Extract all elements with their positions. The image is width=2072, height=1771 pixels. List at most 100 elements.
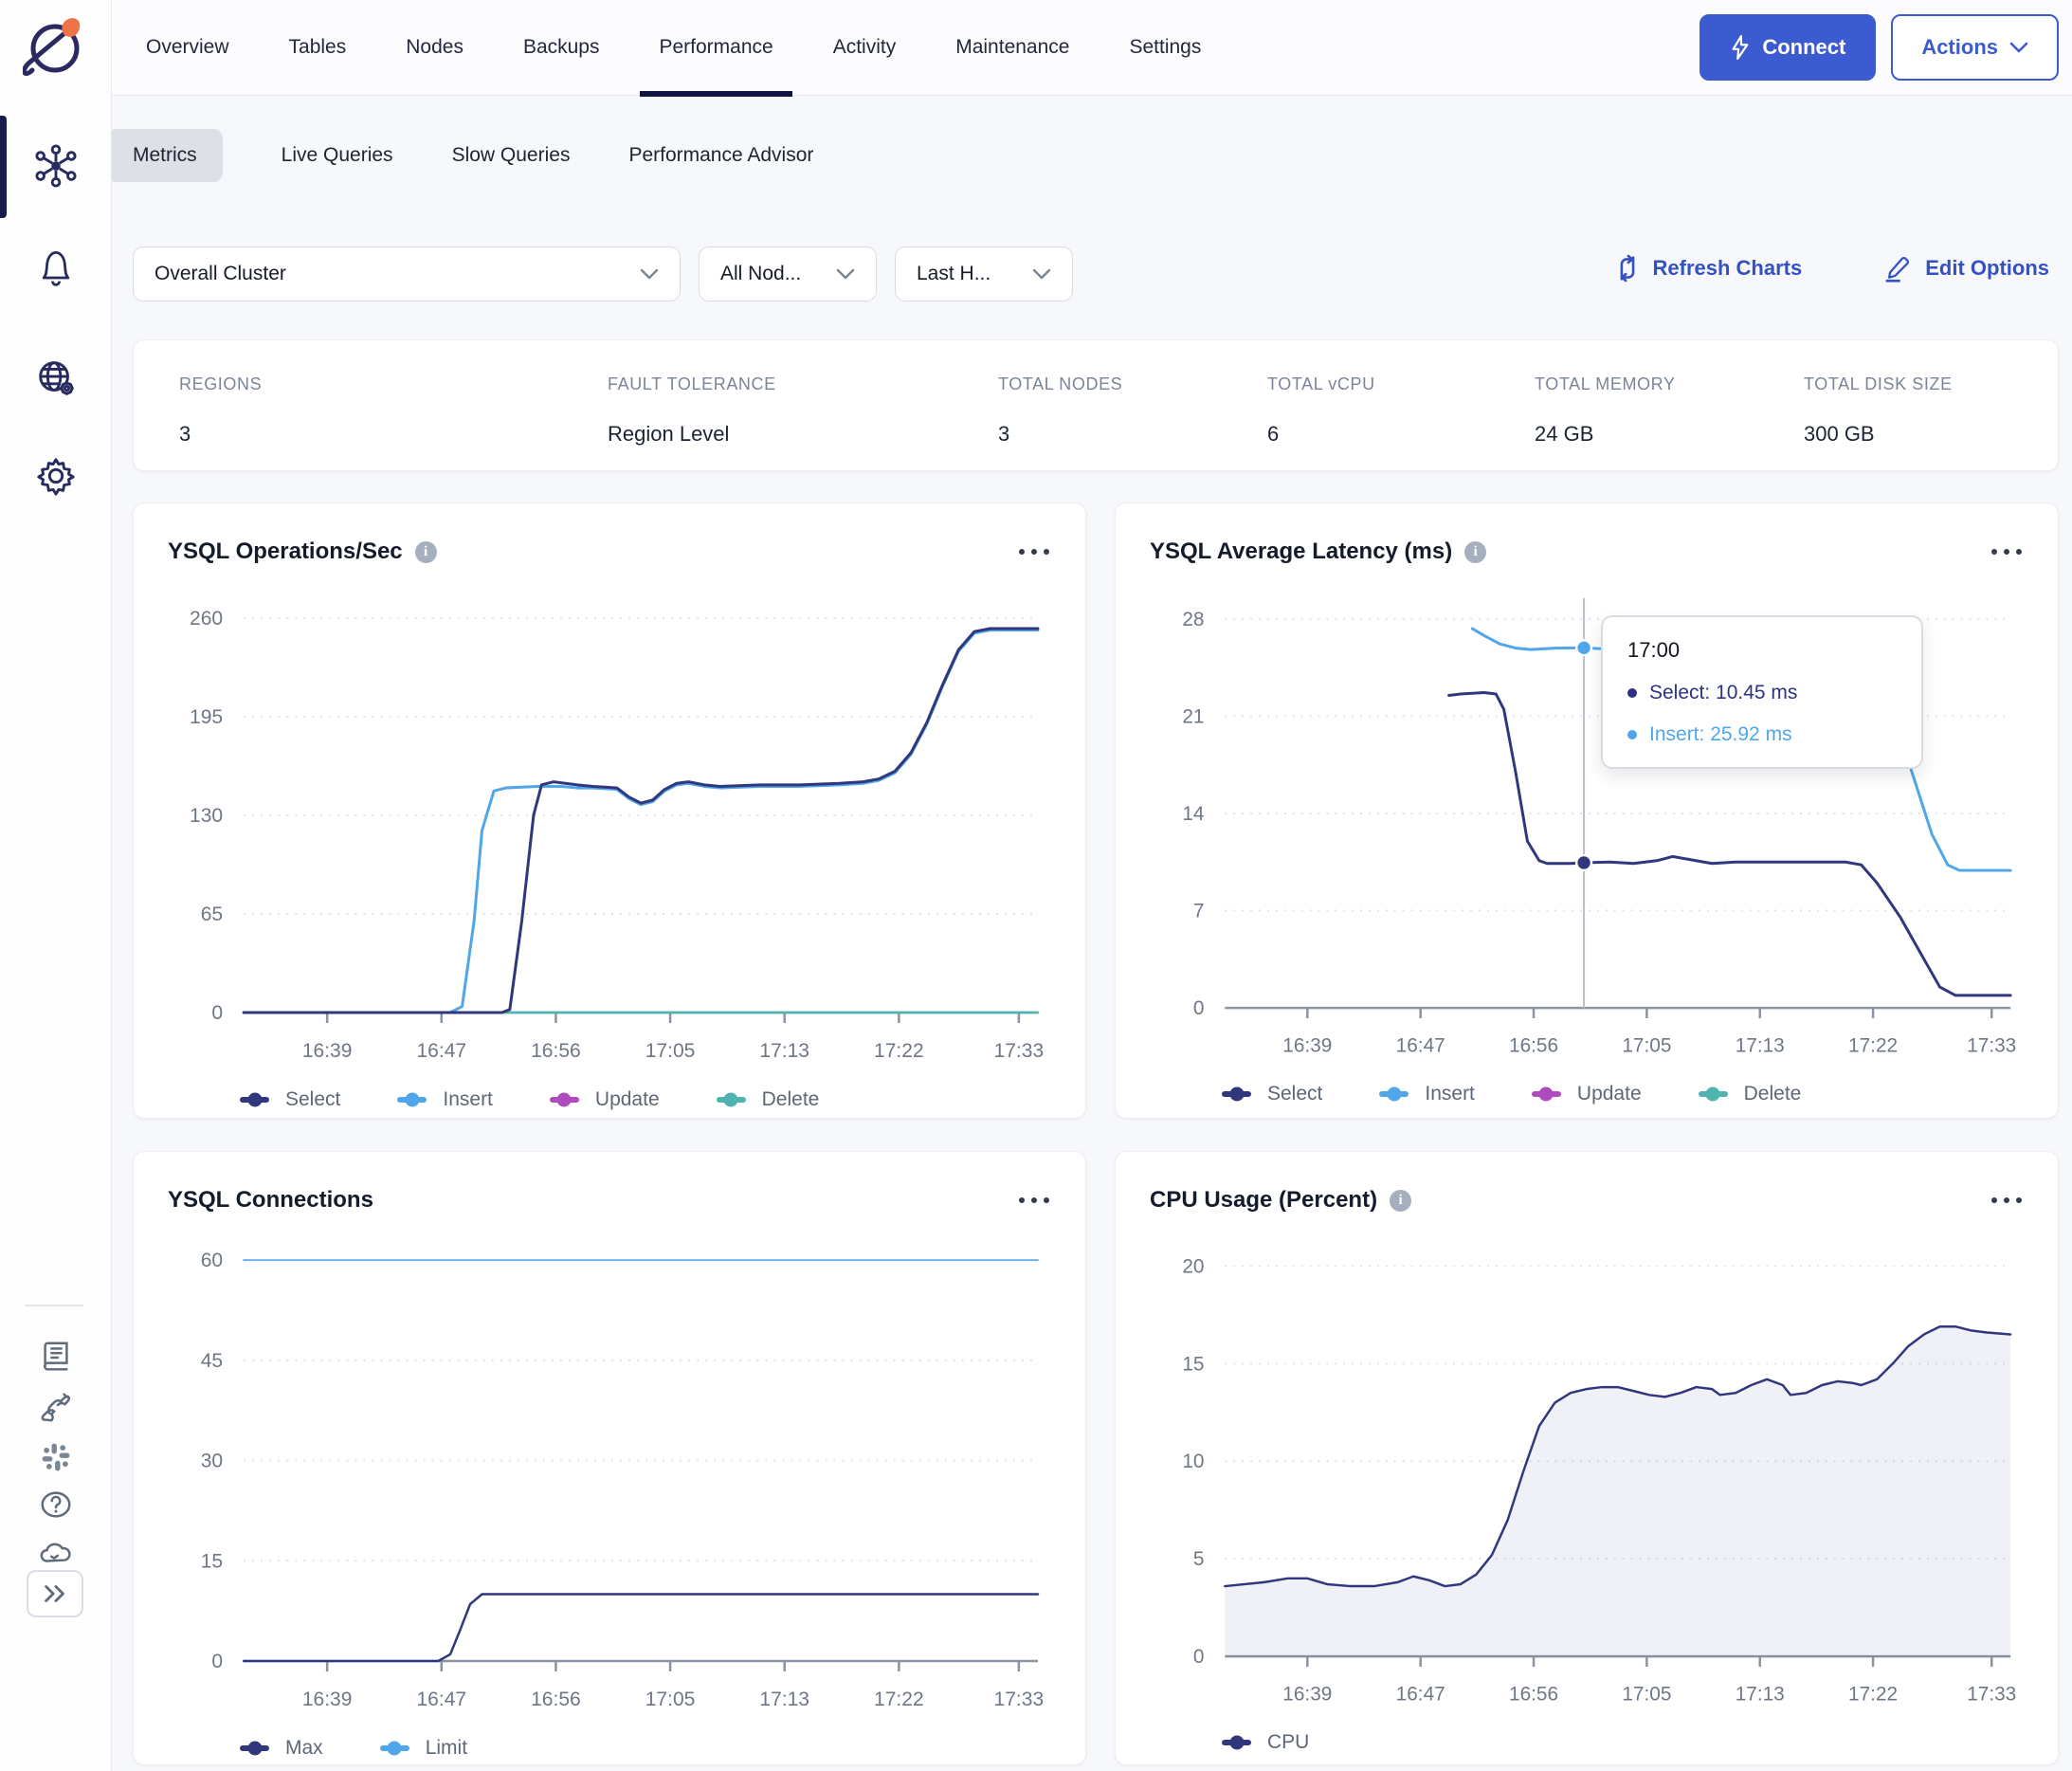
- cluster-icon[interactable]: [32, 142, 80, 190]
- legend-item-insert[interactable]: Insert: [397, 1088, 493, 1111]
- x-tick-label: 16:56: [1509, 1035, 1558, 1057]
- sidebar: [0, 0, 112, 1771]
- info-icon[interactable]: i: [1464, 540, 1487, 563]
- x-tick-label: 17:13: [1736, 1035, 1785, 1057]
- chart-title: YSQL Operations/Sec: [168, 539, 403, 564]
- expand-sidebar-button[interactable]: [27, 1570, 83, 1617]
- y-tick-label: 14: [1182, 803, 1204, 825]
- x-tick-label: 17:22: [874, 1040, 924, 1062]
- info-icon[interactable]: i: [414, 540, 437, 563]
- legend-item-select[interactable]: Select: [1222, 1083, 1322, 1105]
- subtab-slow-queries[interactable]: Slow Queries: [452, 129, 571, 182]
- cluster-summary-card: REGIONS 3 FAULT TOLERANCE Region Level T…: [133, 339, 2059, 471]
- edit-options-button[interactable]: Edit Options: [1883, 254, 2049, 283]
- x-tick-label: 16:39: [302, 1689, 353, 1710]
- info-icon[interactable]: i: [1390, 1189, 1412, 1212]
- legend-label: Delete: [1743, 1083, 1802, 1105]
- metrics-filters: Overall Cluster All Nod... Last H...: [133, 246, 1073, 301]
- legend-item-delete[interactable]: Delete: [1698, 1083, 1802, 1105]
- tooltip-row-insert: Insert: 25.92 ms: [1627, 723, 1897, 746]
- legend-label: Max: [285, 1737, 323, 1760]
- chart-card-ysql-operations: YSQL Operations/Sec i 0 65 130 195 260 16:39 1…: [133, 502, 1086, 1119]
- legend-item-max[interactable]: Max: [240, 1737, 323, 1760]
- gear-icon[interactable]: [32, 452, 80, 500]
- active-nav-indicator: [0, 116, 7, 218]
- legend-item-delete[interactable]: Delete: [716, 1088, 819, 1111]
- tab-settings[interactable]: Settings: [1129, 0, 1201, 96]
- y-tick-label: 15: [1182, 1353, 1204, 1375]
- x-tick-label: 16:47: [416, 1689, 466, 1710]
- connect-button[interactable]: Connect: [1699, 14, 1877, 81]
- subtab-metrics[interactable]: Metrics: [107, 129, 223, 182]
- tab-performance[interactable]: Performance: [640, 0, 792, 97]
- y-tick-label: 30: [201, 1451, 223, 1472]
- tab-nodes[interactable]: Nodes: [406, 0, 463, 96]
- more-options-icon[interactable]: [1990, 543, 2024, 560]
- cpu-usage-chart[interactable]: 0 5 10 15 20 16:39 16:47 16:56 17:05 17:13 17:22 17…: [1150, 1232, 2024, 1724]
- more-options-icon[interactable]: [1017, 543, 1051, 560]
- y-tick-label: 195: [190, 706, 223, 728]
- tooltip-time: 17:00: [1627, 638, 1681, 662]
- legend-item-select[interactable]: Select: [240, 1088, 340, 1111]
- tab-tables[interactable]: Tables: [289, 0, 347, 96]
- legend-marker-icon: [240, 1092, 269, 1107]
- nodes-select[interactable]: All Nod...: [699, 246, 877, 301]
- legend-marker-icon: [379, 1741, 409, 1756]
- plug-icon[interactable]: [32, 1383, 80, 1431]
- series-line-insert: [242, 629, 1040, 1014]
- y-tick-label: 0: [211, 1651, 223, 1672]
- cloud-icon[interactable]: [32, 1528, 80, 1576]
- y-tick-label: 5: [1193, 1548, 1205, 1570]
- ysql-operations-chart[interactable]: 0 65 130 195 260 16:39 16:47 16:56 17:05 17:13 17:…: [168, 583, 1051, 1081]
- more-options-icon[interactable]: [1017, 1192, 1051, 1209]
- subtab-live-queries[interactable]: Live Queries: [282, 129, 393, 182]
- x-tick-label: 17:33: [1967, 1684, 2016, 1706]
- tab-maintenance[interactable]: Maintenance: [955, 0, 1069, 96]
- x-tick-label: 17:33: [994, 1689, 1045, 1710]
- refresh-icon: [1615, 254, 1640, 283]
- chart-card-cpu-usage: CPU Usage (Percent) i 0 5 10 15 20 16:39 16:47…: [1115, 1151, 2059, 1765]
- chevron-down-icon: [640, 263, 659, 285]
- x-tick-label: 17:05: [1622, 1035, 1671, 1057]
- ysql-connections-chart[interactable]: 0 15 30 45 60 16:39 16:47 16:56 17:05 17:13 17:22 1…: [168, 1232, 1051, 1729]
- actions-button[interactable]: Actions: [1891, 14, 2059, 81]
- chart-legend: CPU: [1222, 1731, 2024, 1754]
- tab-overview[interactable]: Overview: [146, 0, 229, 96]
- chart-legend: Max Limit: [240, 1737, 1051, 1760]
- bell-icon[interactable]: [32, 244, 80, 291]
- legend-marker-icon: [240, 1741, 269, 1756]
- chart-canvas[interactable]: 0 5 10 15 20 16:39 16:47 16:56 17:05 17:13 17:22 17…: [1150, 1232, 2024, 1724]
- x-tick-label: 17:13: [1736, 1684, 1785, 1706]
- refresh-charts-button[interactable]: Refresh Charts: [1615, 254, 1802, 283]
- globe-gear-icon[interactable]: [32, 355, 80, 402]
- chart-canvas[interactable]: 0 15 30 45 60 16:39 16:47 16:56 17:05 17:13 17:22 1…: [168, 1232, 1051, 1729]
- cluster-select[interactable]: Overall Cluster: [133, 246, 681, 301]
- legend-item-limit[interactable]: Limit: [379, 1737, 467, 1760]
- performance-subtabs: Metrics Live Queries Slow Queries Perfor…: [107, 129, 813, 182]
- legend-marker-icon: [397, 1092, 427, 1107]
- legend-item-update[interactable]: Update: [1531, 1083, 1642, 1105]
- x-tick-label: 16:39: [1282, 1684, 1332, 1706]
- help-icon[interactable]: [32, 1481, 80, 1528]
- time-range-select[interactable]: Last H...: [895, 246, 1073, 301]
- legend-marker-icon: [1222, 1735, 1251, 1750]
- book-icon[interactable]: [32, 1333, 80, 1380]
- y-tick-label: 65: [201, 904, 223, 925]
- legend-item-update[interactable]: Update: [549, 1088, 660, 1111]
- yugabyte-logo[interactable]: [21, 13, 87, 78]
- legend-item-cpu[interactable]: CPU: [1222, 1731, 1309, 1754]
- tab-activity[interactable]: Activity: [833, 0, 897, 96]
- legend-item-insert[interactable]: Insert: [1379, 1083, 1475, 1105]
- nav-tabs: Overview Tables Nodes Backups Performanc…: [146, 0, 1201, 97]
- x-tick-label: 16:39: [302, 1040, 353, 1062]
- tab-backups[interactable]: Backups: [523, 0, 600, 96]
- x-tick-label: 16:47: [416, 1040, 466, 1062]
- subtab-performance-advisor[interactable]: Performance Advisor: [628, 129, 813, 182]
- y-tick-label: 0: [211, 1002, 223, 1024]
- slack-icon[interactable]: [32, 1433, 80, 1481]
- legend-label: Insert: [443, 1088, 493, 1111]
- legend-label: Update: [1576, 1083, 1642, 1105]
- more-options-icon[interactable]: [1990, 1192, 2024, 1209]
- chart-canvas[interactable]: 0 65 130 195 260 16:39 16:47 16:56 17:05 17:13 17:…: [168, 583, 1051, 1081]
- lightning-icon: [1730, 34, 1751, 61]
